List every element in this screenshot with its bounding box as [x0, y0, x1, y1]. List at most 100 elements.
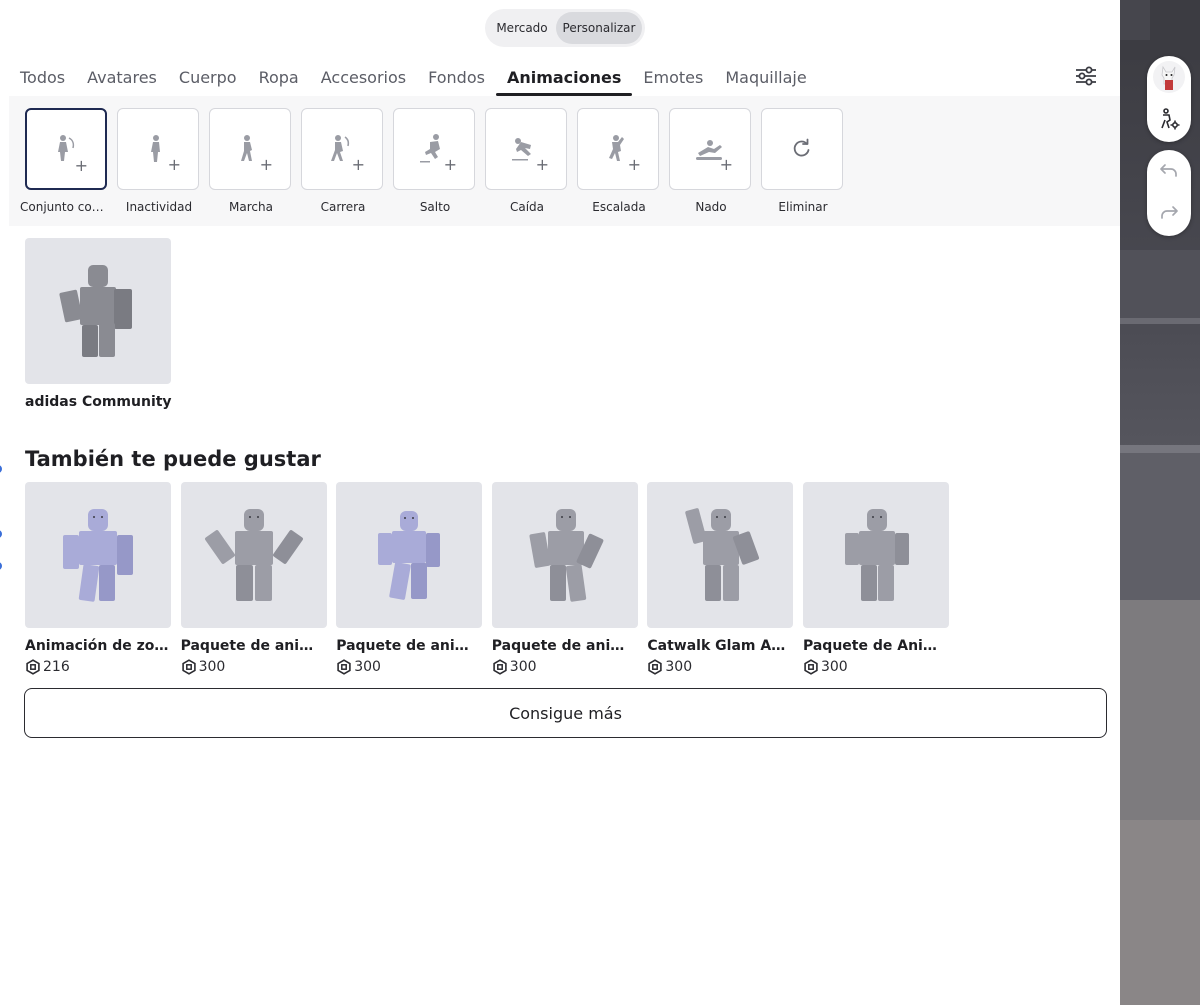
slot-escalada[interactable]: + Escalada — [577, 108, 661, 214]
robux-icon — [804, 659, 818, 675]
add-icon: + — [719, 155, 733, 174]
tab-avatares[interactable]: Avatares — [76, 58, 168, 96]
slot-label: Escalada — [592, 200, 646, 214]
price: 300 — [647, 659, 793, 675]
robux-icon — [26, 659, 40, 675]
slot-label: Salto — [419, 200, 451, 214]
item-thumbnail — [25, 482, 171, 628]
item-thumbnail — [802, 482, 949, 628]
rec-item[interactable]: Animación de zombi 216 — [25, 482, 171, 675]
tab-ropa[interactable]: Ropa — [248, 58, 310, 96]
robux-icon — [648, 659, 663, 675]
filter-button[interactable] — [1072, 63, 1100, 89]
reset-icon — [793, 138, 810, 157]
tab-accesorios[interactable]: Accesorios — [310, 58, 417, 96]
avatar-3d-viewport[interactable] — [1120, 0, 1200, 1005]
slot-carrera[interactable]: + Carrera — [301, 108, 385, 214]
price-value: 300 — [665, 659, 693, 675]
mode-switch: Mercado Personalizar — [485, 9, 645, 47]
slot-label: Marcha — [229, 200, 273, 214]
slot-inactividad[interactable]: + Inactividad — [117, 108, 201, 214]
recommendations-list: Animación de zombi 216 Paquete de anima … — [25, 482, 959, 675]
rec-item[interactable]: Paquete de animación 300 — [491, 482, 638, 675]
avatar-settings-icon — [1161, 108, 1180, 130]
avatar-thumbnail-icon — [844, 509, 909, 601]
redo-icon — [1161, 206, 1178, 219]
tab-fondos[interactable]: Fondos — [417, 58, 496, 96]
avatar-thumbnail-icon — [59, 265, 132, 357]
add-icon: + — [167, 155, 181, 174]
item-thumbnail — [647, 482, 794, 628]
tab-animaciones[interactable]: Animaciones — [495, 58, 633, 96]
slot-label: Conjunto completo — [20, 200, 114, 214]
price: 300 — [336, 659, 482, 675]
add-icon: + — [259, 155, 273, 174]
filter-sliders-icon — [1076, 66, 1096, 86]
history-controls — [1147, 150, 1191, 236]
item-thumbnail — [491, 482, 638, 628]
avatar-editor-panel: Mercado Personalizar Todos Avatares Cuer… — [0, 0, 1120, 1005]
undo-icon — [1160, 164, 1177, 177]
robux-icon — [493, 659, 507, 675]
slot-label: Caída — [509, 200, 545, 214]
price-value: 300 — [354, 659, 381, 675]
robux-icon — [181, 659, 196, 675]
price-value: 300 — [509, 659, 537, 675]
avatar-headshot-button[interactable] — [1147, 56, 1191, 98]
avatar-headshot-icon — [1153, 61, 1185, 93]
avatar-thumbnail-icon — [63, 509, 133, 602]
redo-button[interactable] — [1147, 192, 1191, 234]
price-value: 216 — [43, 659, 70, 675]
price: 216 — [25, 659, 171, 675]
slot-salto[interactable]: + Salto — [393, 108, 477, 214]
slot-caida[interactable]: + Caída — [485, 108, 569, 214]
avatar-controls — [1147, 56, 1191, 142]
price-value: 300 — [820, 659, 848, 675]
slot-marcha[interactable]: + Marcha — [209, 108, 293, 214]
market-toggle[interactable]: Mercado — [488, 12, 556, 44]
item-name: Catwalk Glam Animation — [647, 638, 793, 654]
item-name: Paquete de animación — [336, 638, 482, 654]
item-thumbnail — [180, 482, 327, 628]
tab-cuerpo[interactable]: Cuerpo — [168, 58, 248, 96]
item-name: Paquete de animación — [180, 638, 327, 654]
section-title: También te puede gustar — [25, 447, 321, 471]
slot-eliminar[interactable]: Eliminar — [761, 108, 845, 214]
slot-conjunto-completo[interactable]: + Conjunto completo — [20, 108, 114, 214]
item-name: Paquete de Animación — [802, 638, 949, 654]
slot-label: Inactividad — [125, 200, 193, 214]
slot-label: Carrera — [320, 200, 366, 214]
avatar-settings-button[interactable] — [1147, 98, 1191, 140]
rec-item[interactable]: Paquete de Animación 300 — [802, 482, 949, 675]
slot-nado[interactable]: + Nado — [669, 108, 753, 214]
avatar-thumbnail-icon — [204, 509, 303, 601]
slot-label: Nado — [695, 200, 727, 214]
rec-item[interactable]: Catwalk Glam Animation 300 — [647, 482, 794, 675]
undo-button[interactable] — [1147, 150, 1191, 192]
tab-maquillaje[interactable]: Maquillaje — [714, 58, 817, 96]
add-icon: + — [627, 155, 641, 174]
tab-todos[interactable]: Todos — [9, 58, 76, 96]
get-more-button[interactable]: Consigue más — [24, 688, 1107, 738]
rec-item[interactable]: Paquete de animación 300 — [336, 482, 483, 675]
price-value: 300 — [198, 659, 226, 675]
item-name: Animación de zombi — [25, 638, 171, 654]
customize-toggle[interactable]: Personalizar — [556, 12, 642, 44]
add-icon: + — [443, 155, 457, 174]
robux-icon — [337, 659, 351, 675]
price: 300 — [492, 659, 638, 675]
add-icon: + — [74, 156, 88, 175]
category-tabs: Todos Avatares Cuerpo Ropa Accesorios Fo… — [9, 58, 818, 96]
price: 300 — [181, 659, 327, 675]
item-name: Paquete de animación — [491, 638, 638, 654]
tab-emotes[interactable]: Emotes — [632, 58, 714, 96]
owned-item-card[interactable]: adidas Community — [25, 238, 172, 410]
add-icon: + — [351, 155, 365, 174]
avatar-thumbnail-icon — [685, 508, 760, 601]
rec-item[interactable]: Paquete de animación 300 — [180, 482, 327, 675]
add-icon: + — [535, 155, 549, 174]
slot-label: Eliminar — [778, 200, 828, 214]
price: 300 — [803, 659, 949, 675]
avatar-thumbnail-icon — [378, 511, 441, 600]
item-thumbnail — [336, 482, 483, 628]
